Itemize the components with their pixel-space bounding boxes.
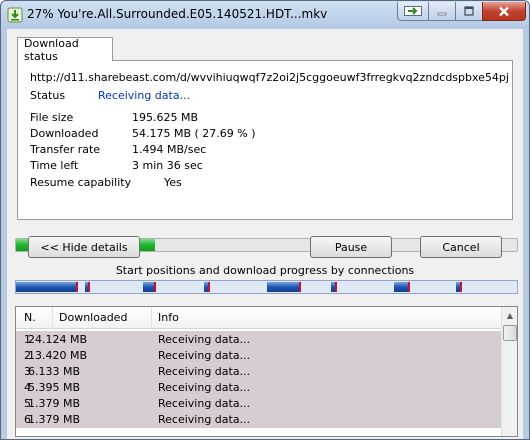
maximize-icon — [464, 6, 474, 16]
row-downloaded: 5.395 MB — [28, 381, 81, 394]
minimize-button[interactable] — [428, 2, 456, 21]
row-downloaded: 13.420 MB — [28, 349, 88, 362]
connection-marker — [408, 282, 411, 292]
row-info: Receiving data... — [158, 413, 251, 426]
minimize-icon — [437, 12, 447, 16]
downloaded-label: Downloaded — [30, 127, 99, 140]
time-left-label: Time left — [30, 159, 79, 172]
connection-marker — [88, 282, 91, 292]
connections-caption: Start positions and download progress by… — [115, 264, 415, 277]
table-row[interactable]: 5 1.379 MB Receiving data... — [16, 395, 501, 412]
connections-list: N. Downloaded Info 1 24.124 MB Receiving d… — [15, 306, 518, 437]
resume-capability-label: Resume capability — [30, 176, 132, 189]
close-button[interactable] — [482, 2, 526, 21]
table-row[interactable]: 1 24.124 MB Receiving data... — [16, 331, 501, 348]
chevron-up-icon: ▲ — [506, 310, 514, 320]
row-info: Receiving data... — [158, 333, 251, 346]
connection-marker — [153, 282, 156, 292]
pause-button[interactable]: Pause — [310, 236, 392, 258]
status-value: Receiving data... — [98, 89, 191, 102]
downloaded-value: 54.175 MB ( 27.69 % ) — [132, 127, 256, 140]
resume-capability-value: Yes — [164, 176, 182, 189]
column-divider[interactable] — [52, 307, 53, 329]
connection-segment — [394, 282, 410, 292]
column-header-info[interactable]: Info — [158, 311, 179, 324]
download-arrow-icon — [7, 7, 23, 23]
vertical-scrollbar[interactable]: ▲ — [501, 307, 517, 436]
download-window: 27% You're.All.Surrounded.E05.140521.HDT… — [0, 0, 530, 440]
connection-marker — [299, 282, 302, 292]
connection-marker — [334, 282, 337, 292]
maximize-button[interactable] — [455, 2, 483, 21]
scroll-thumb[interactable] — [503, 325, 517, 341]
cancel-button[interactable]: Cancel — [420, 236, 502, 258]
connection-segment — [16, 282, 78, 292]
tab-label: Download status — [24, 36, 79, 63]
row-info: Receiving data... — [158, 365, 251, 378]
time-left-value: 3 min 36 sec — [132, 159, 203, 172]
column-header-n[interactable]: N. — [24, 311, 36, 324]
list-header: N. Downloaded Info — [16, 307, 501, 329]
file-size-label: File size — [30, 111, 74, 124]
download-details-panel: http://d11.sharebeast.com/d/wvvihiuqwqf7… — [17, 60, 513, 220]
table-row[interactable]: 2 13.420 MB Receiving data... — [16, 347, 501, 364]
table-row[interactable]: 3 6.133 MB Receiving data... — [16, 363, 501, 380]
title-bar[interactable]: 27% You're.All.Surrounded.E05.140521.HDT… — [1, 1, 529, 29]
scroll-up-button[interactable]: ▲ — [502, 307, 517, 323]
row-info: Receiving data... — [158, 349, 251, 362]
download-url: http://d11.sharebeast.com/d/wvvihiuqwqf7… — [30, 71, 510, 84]
connection-marker — [76, 282, 79, 292]
hide-details-button[interactable]: << Hide details — [28, 236, 140, 258]
row-info: Receiving data... — [158, 381, 251, 394]
connection-marker — [459, 282, 462, 292]
table-row[interactable]: 4 5.395 MB Receiving data... — [16, 379, 501, 396]
connection-segment — [267, 282, 301, 292]
connections-progress-bar — [15, 280, 518, 294]
row-info: Receiving data... — [158, 397, 251, 410]
row-downloaded: 24.124 MB — [28, 333, 88, 346]
connection-marker — [208, 282, 211, 292]
window-title: 27% You're.All.Surrounded.E05.140521.HDT… — [27, 7, 328, 21]
column-divider[interactable] — [151, 307, 152, 329]
close-icon — [499, 6, 509, 16]
tray-arrow-icon — [404, 6, 422, 16]
dialog-body: Download status http://d11.sharebeast.co… — [7, 29, 523, 439]
transfer-rate-label: Transfer rate — [30, 143, 101, 156]
row-downloaded: 1.379 MB — [28, 413, 81, 426]
file-size-value: 195.625 MB — [132, 111, 199, 124]
tab-download-status[interactable]: Download status — [17, 36, 113, 63]
minimize-to-tray-button[interactable] — [397, 2, 429, 21]
column-header-downloaded[interactable]: Downloaded — [59, 311, 127, 324]
status-label: Status — [30, 89, 66, 102]
row-downloaded: 1.379 MB — [28, 397, 81, 410]
table-row[interactable]: 6 1.379 MB Receiving data... — [16, 411, 501, 428]
row-downloaded: 6.133 MB — [28, 365, 81, 378]
transfer-rate-value: 1.494 MB/sec — [132, 143, 207, 156]
